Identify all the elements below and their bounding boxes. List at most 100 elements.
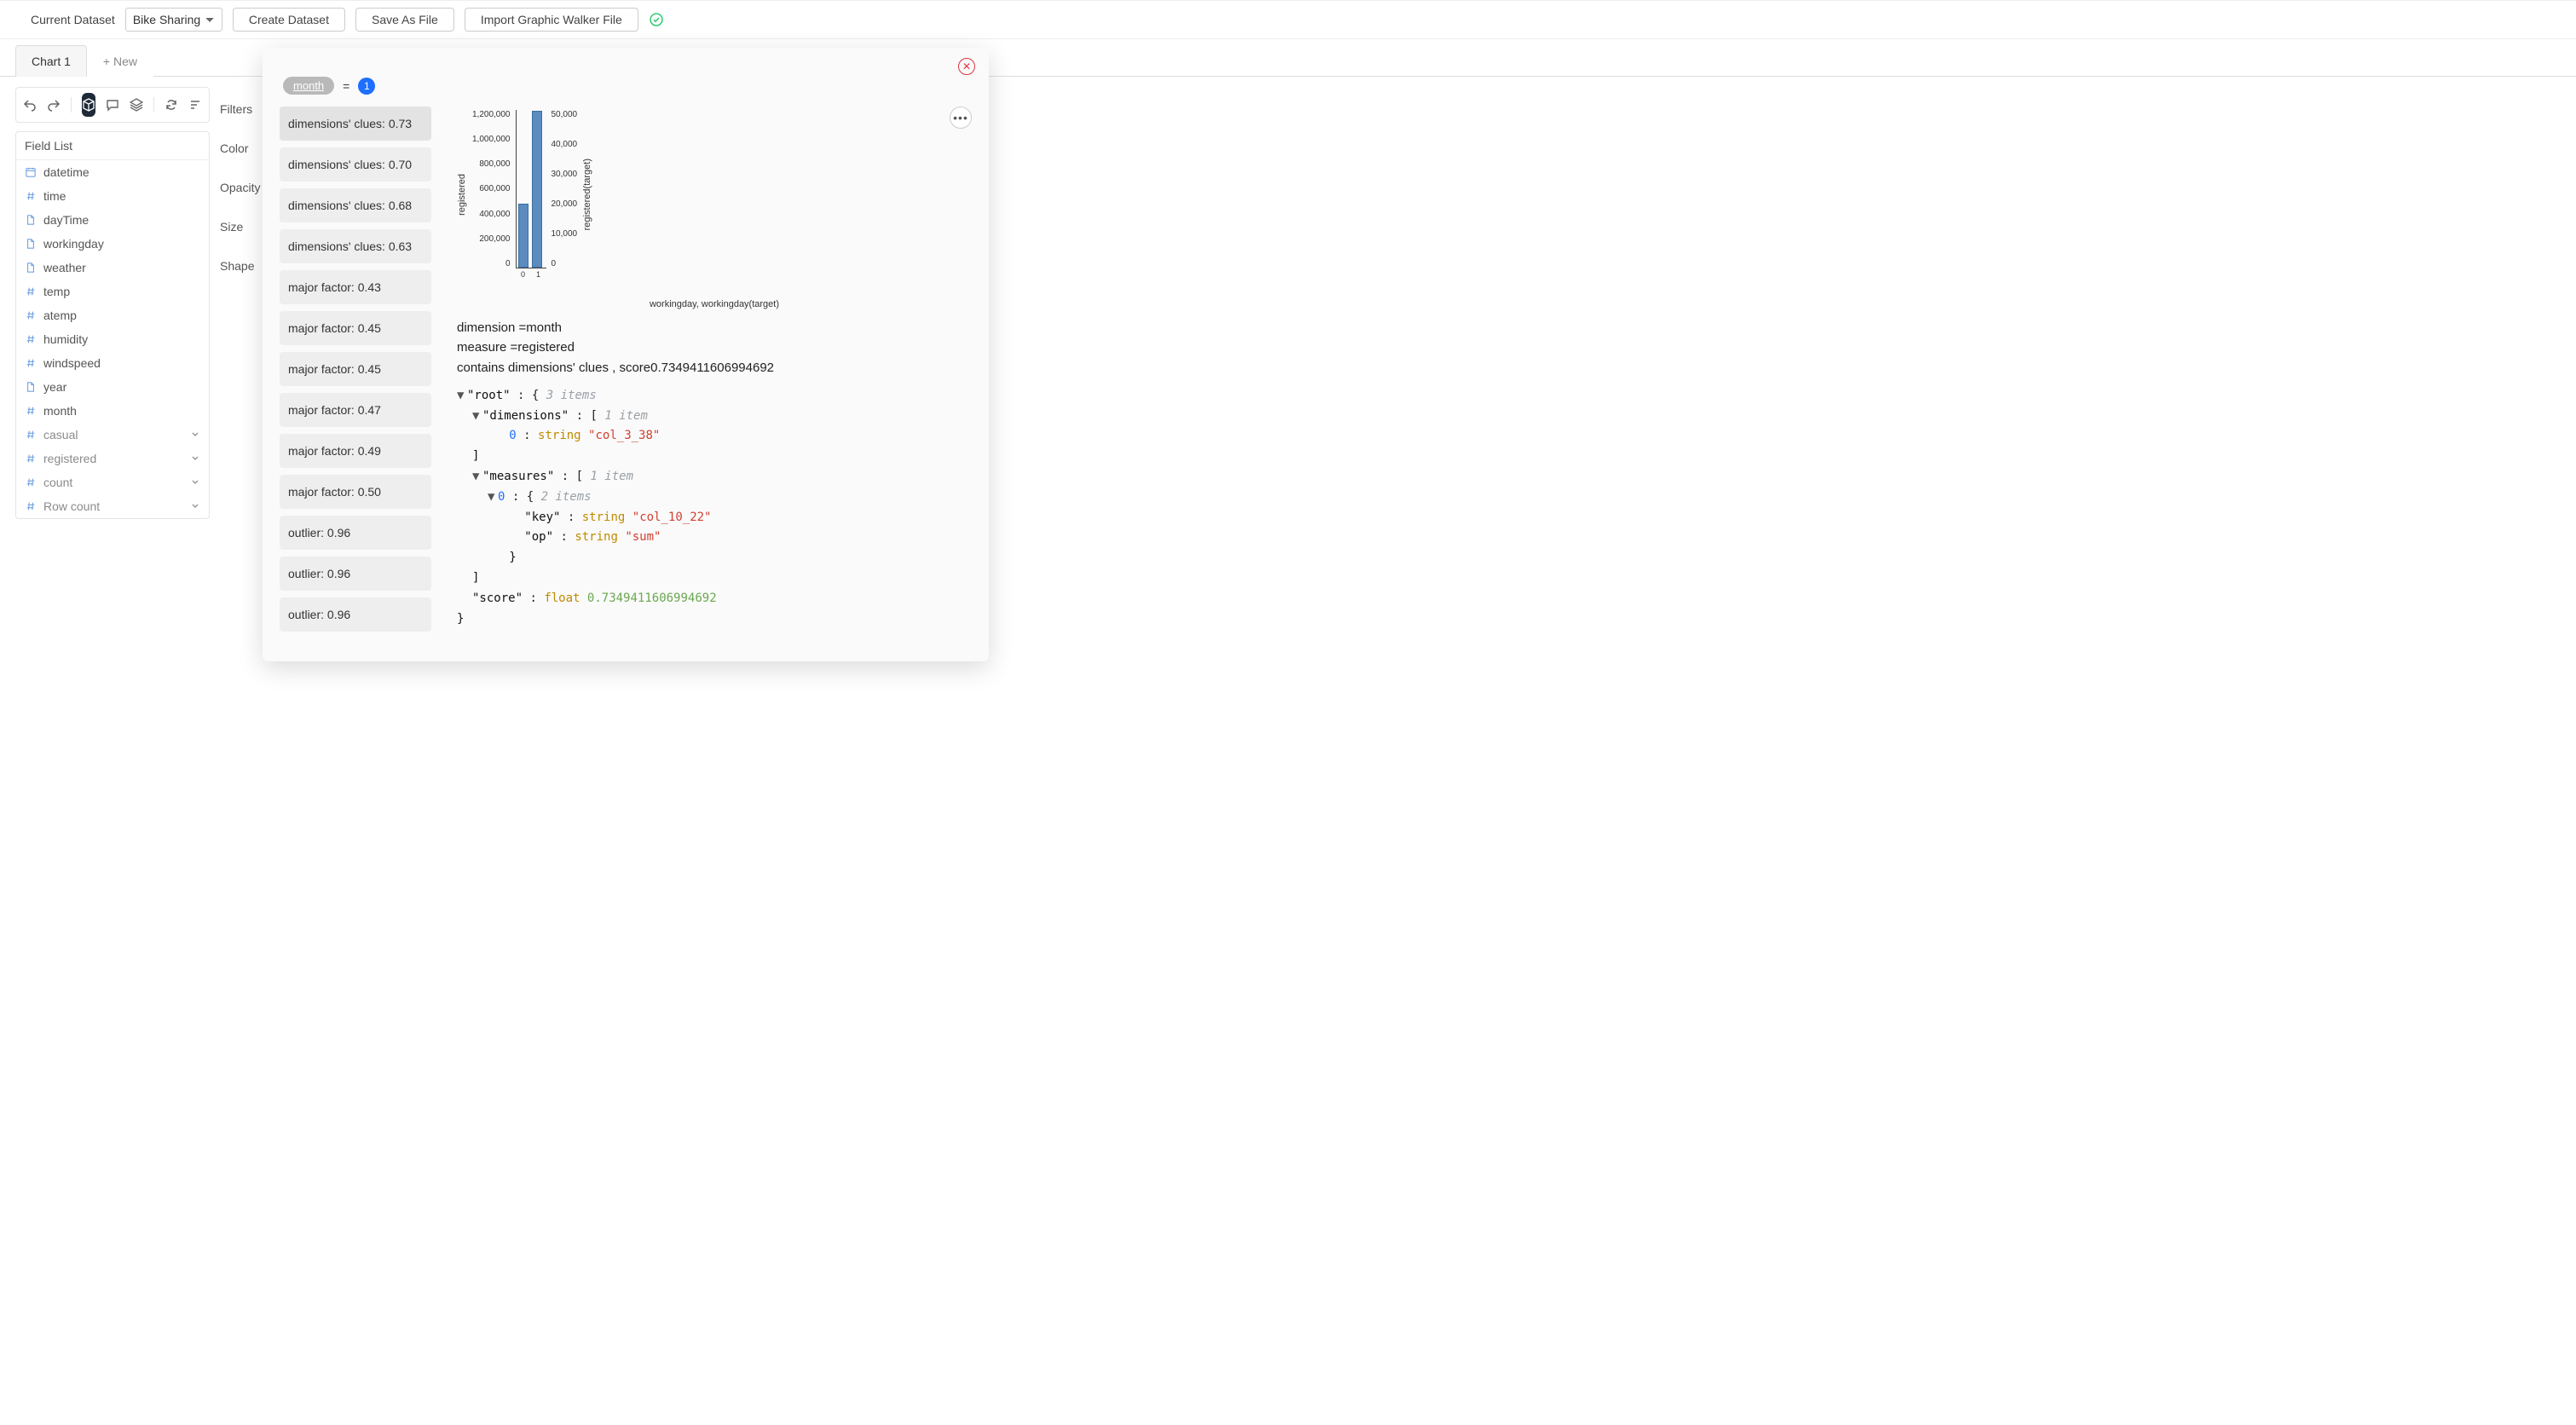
field-item[interactable]: registered (16, 447, 209, 470)
desc-line-2: measure =registered (457, 338, 972, 357)
clue-item[interactable]: outlier: 0.96 (280, 557, 431, 591)
x-axis-label: workingday, workingday(target) (457, 299, 972, 309)
field-item[interactable]: dayTime (16, 208, 209, 232)
shelf-filters-label: Filters (218, 87, 260, 116)
field-item-label: atemp (43, 309, 77, 322)
status-check-icon (649, 12, 664, 27)
field-item-label: month (43, 404, 77, 418)
cube-icon[interactable] (82, 93, 95, 117)
field-item-label: workingday (43, 237, 104, 251)
insight-description: dimension =month measure =registered con… (457, 318, 972, 378)
layers-icon[interactable] (130, 93, 143, 117)
desc-line-1: dimension =month (457, 318, 972, 338)
dataset-select[interactable]: Bike Sharing (125, 8, 222, 32)
field-item[interactable]: humidity (16, 327, 209, 351)
shelf-shape-label: Shape (218, 244, 260, 273)
breadcrumb: month = 1 (283, 77, 972, 95)
doc-icon (25, 238, 37, 250)
hash-icon (25, 429, 37, 441)
chevron-down-icon[interactable] (190, 499, 200, 513)
chevron-down-icon[interactable] (190, 428, 200, 441)
y-tick: 1,000,000 (472, 135, 511, 144)
field-item[interactable]: month (16, 399, 209, 423)
shelves-column: Filters Color Opacity Size Shape (218, 87, 260, 273)
field-item[interactable]: temp (16, 280, 209, 303)
insight-modal: ✕ month = 1 dimensions' clues: 0.73 dimen… (263, 48, 989, 661)
field-item[interactable]: Row count (16, 494, 209, 518)
json-dimensions-0: 0 : string "col_3_38" (457, 426, 972, 447)
clue-item[interactable]: major factor: 0.49 (280, 434, 431, 468)
json-dimensions[interactable]: ▼"dimensions" : [ 1 item (457, 407, 972, 427)
y-tick: 0 (552, 259, 578, 268)
tab-chart-1[interactable]: Chart 1 (15, 45, 87, 77)
json-measures[interactable]: ▼"measures" : [ 1 item (457, 467, 972, 488)
top-toolbar: Current Dataset Bike Sharing Create Data… (0, 0, 2576, 39)
clue-item[interactable]: major factor: 0.45 (280, 311, 431, 345)
breadcrumb-pill[interactable]: month (283, 77, 334, 95)
json-measures-0[interactable]: ▼0 : { 2 items (457, 488, 972, 508)
clue-item[interactable]: dimensions' clues: 0.73 (280, 107, 431, 141)
shelf-color-label: Color (218, 126, 260, 155)
clue-item[interactable]: major factor: 0.45 (280, 352, 431, 386)
chevron-down-icon[interactable] (190, 452, 200, 465)
breadcrumb-eq: = (343, 79, 349, 93)
field-item[interactable]: count (16, 470, 209, 494)
tab-new[interactable]: + New (87, 45, 153, 77)
y-tick: 800,000 (472, 159, 511, 169)
json-root-close: } (457, 609, 972, 630)
y-tick: 10,000 (552, 229, 578, 239)
y-ticks-right: 50,00040,00030,00020,00010,0000 (552, 110, 578, 268)
field-item[interactable]: atemp (16, 303, 209, 327)
clue-item[interactable]: major factor: 0.50 (280, 475, 431, 509)
field-item-label: humidity (43, 332, 88, 346)
json-measures-close: ] (457, 568, 972, 589)
divider (71, 97, 72, 112)
json-viewer: ▼"root" : { 3 items ▼"dimensions" : [ 1 … (457, 386, 972, 630)
y-axis-right-label: registered(target) (582, 159, 592, 230)
clue-item[interactable]: dimensions' clues: 0.68 (280, 188, 431, 222)
chat-icon[interactable] (106, 93, 119, 117)
close-icon[interactable]: ✕ (958, 58, 975, 75)
import-walker-button[interactable]: Import Graphic Walker File (465, 8, 638, 32)
clue-item[interactable]: major factor: 0.47 (280, 393, 431, 427)
hash-icon (25, 286, 37, 297)
field-item[interactable]: workingday (16, 232, 209, 256)
field-item[interactable]: datetime (16, 160, 209, 184)
calendar-icon (25, 166, 37, 178)
field-item[interactable]: casual (16, 423, 209, 447)
undo-icon[interactable] (23, 93, 37, 117)
field-item[interactable]: time (16, 184, 209, 208)
x-tick: 0 (521, 270, 525, 279)
more-icon[interactable]: ••• (950, 107, 972, 129)
clue-item[interactable]: outlier: 0.96 (280, 597, 431, 632)
hash-icon (25, 476, 37, 488)
y-tick: 20,000 (552, 199, 578, 209)
chevron-down-icon[interactable] (190, 476, 200, 489)
clue-item[interactable]: dimensions' clues: 0.63 (280, 229, 431, 263)
refresh-icon[interactable] (165, 93, 178, 117)
field-item-label: count (43, 476, 72, 489)
field-item[interactable]: year (16, 375, 209, 399)
clue-item[interactable]: dimensions' clues: 0.70 (280, 147, 431, 182)
shelf-size-label: Size (218, 205, 260, 234)
json-root[interactable]: ▼"root" : { 3 items (457, 386, 972, 407)
field-item-label: temp (43, 285, 70, 298)
field-item[interactable]: weather (16, 256, 209, 280)
hash-icon (25, 190, 37, 202)
hash-icon (25, 309, 37, 321)
hash-icon (25, 405, 37, 417)
save-as-file-button[interactable]: Save As File (355, 8, 454, 32)
field-item[interactable]: windspeed (16, 351, 209, 375)
desc-line-3: contains dimensions' clues , score0.7349… (457, 358, 972, 378)
create-dataset-button[interactable]: Create Dataset (233, 8, 345, 32)
field-list-panel: Field List datetimetimedayTimeworkingday… (15, 131, 210, 519)
clue-item[interactable]: major factor: 0.43 (280, 270, 431, 304)
x-categories: 01 (516, 270, 546, 279)
field-item-label: Row count (43, 499, 100, 513)
y-tick: 0 (472, 259, 511, 268)
redo-icon[interactable] (47, 93, 61, 117)
sort-icon[interactable] (188, 93, 202, 117)
json-measures-0-op: "op" : string "sum" (457, 528, 972, 548)
clue-item[interactable]: outlier: 0.96 (280, 516, 431, 550)
field-list: datetimetimedayTime workingday weather temp… (16, 160, 209, 518)
